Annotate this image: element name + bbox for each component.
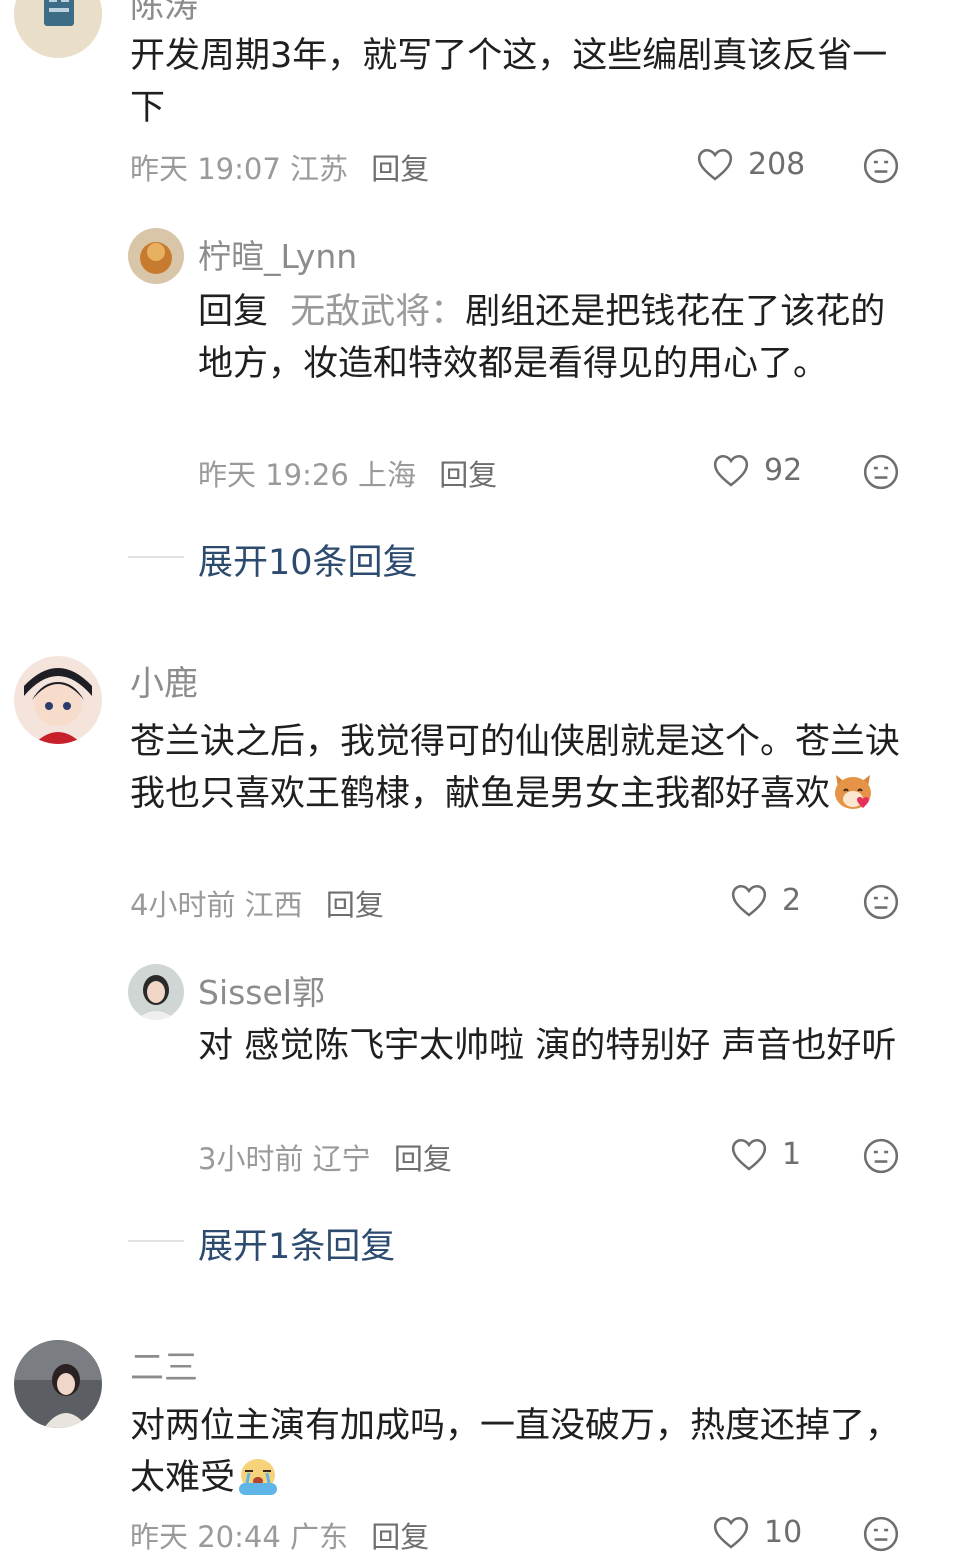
reply-button[interactable]: 回复 <box>371 152 429 186</box>
heart-outline-icon <box>713 1516 749 1549</box>
reply-time-location: 昨天 19:26 上海 <box>198 458 417 492</box>
like-button[interactable]: 92 <box>712 452 802 488</box>
crying-emoji <box>235 1453 281 1512</box>
dislike-face-icon[interactable] <box>862 453 900 491</box>
reply-username[interactable]: Sissel郭 <box>198 966 325 1014</box>
comment-time-location: 昨天 20:44 广东 <box>130 1520 349 1554</box>
comment-text: 对两位主演有加成吗，一直没破万，热度还掉了，太难受 <box>130 1400 910 1512</box>
avatar[interactable] <box>128 228 184 284</box>
heart-outline-icon <box>731 884 767 917</box>
reply-button[interactable]: 回复 <box>371 1520 429 1554</box>
like-count: 1 <box>782 1136 802 1172</box>
heart-outline-icon <box>697 148 733 181</box>
mention-username[interactable]: 无敌武将： <box>290 292 465 332</box>
reply-button[interactable]: 回复 <box>394 1142 452 1176</box>
like-count: 10 <box>764 1514 803 1550</box>
cat-heart-emoji <box>830 769 876 828</box>
reply-button[interactable]: 回复 <box>326 888 384 922</box>
reply-meta: 3小时前 辽宁 回复 <box>198 1136 452 1178</box>
dislike-face-icon[interactable] <box>862 1137 900 1175</box>
comment-meta: 昨天 19:07 江苏 回复 <box>130 146 429 188</box>
comment-meta: 4小时前 江西 回复 <box>130 882 384 924</box>
comment-text: 开发周期3年，就写了个这，这些编剧真该反省一下 <box>130 36 888 128</box>
divider <box>128 1240 184 1242</box>
like-count: 92 <box>764 452 803 488</box>
avatar[interactable] <box>14 656 102 744</box>
expand-replies-button[interactable]: 展开1条回复 <box>198 1218 395 1269</box>
comment-time-location: 4小时前 江西 <box>130 888 303 922</box>
comment-time-location: 昨天 19:07 江苏 <box>130 152 349 186</box>
comment-username[interactable]: 二三 <box>130 1340 198 1389</box>
like-button[interactable]: 2 <box>730 882 801 918</box>
comment-username[interactable]: 小鹿 <box>130 656 198 705</box>
like-count: 2 <box>782 882 802 918</box>
reply-text: 回复 无敌武将：剧组还是把钱花在了该花的地方，妆造和特效都是看得见的用心了。 <box>198 286 918 390</box>
reply-prefix: 回复 <box>198 292 269 332</box>
avatar[interactable] <box>128 964 184 1020</box>
avatar[interactable] <box>14 0 102 58</box>
dislike-face-icon[interactable] <box>862 1515 900 1553</box>
like-button[interactable]: 208 <box>696 146 805 182</box>
comment-username[interactable]: 陈涛 <box>130 0 198 27</box>
reply-text: 对 感觉陈飞宇太帅啦 演的特别好 声音也好听 <box>198 1026 897 1066</box>
comment-text: 苍兰诀之后，我觉得可的仙侠剧就是这个。苍兰诀我也只喜欢王鹤棣，献鱼是男女主我都好… <box>130 716 910 828</box>
avatar[interactable] <box>14 1340 102 1428</box>
comment-meta: 昨天 20:44 广东 回复 <box>130 1514 429 1556</box>
reply-button[interactable]: 回复 <box>439 458 497 492</box>
reply-meta: 昨天 19:26 上海 回复 <box>198 452 497 494</box>
divider <box>128 556 184 558</box>
like-button[interactable]: 1 <box>730 1136 801 1172</box>
like-count: 208 <box>748 146 806 182</box>
dislike-face-icon[interactable] <box>862 883 900 921</box>
comment-body: 苍兰诀之后，我觉得可的仙侠剧就是这个。苍兰诀我也只喜欢王鹤棣，献鱼是男女主我都好… <box>130 722 901 814</box>
heart-outline-icon <box>713 454 749 487</box>
dislike-face-icon[interactable] <box>862 147 900 185</box>
expand-replies-button[interactable]: 展开10条回复 <box>198 534 418 585</box>
heart-outline-icon <box>731 1138 767 1171</box>
reply-username[interactable]: 柠暄_Lynn <box>198 230 357 278</box>
reply-time-location: 3小时前 辽宁 <box>198 1142 371 1176</box>
like-button[interactable]: 10 <box>712 1514 802 1550</box>
